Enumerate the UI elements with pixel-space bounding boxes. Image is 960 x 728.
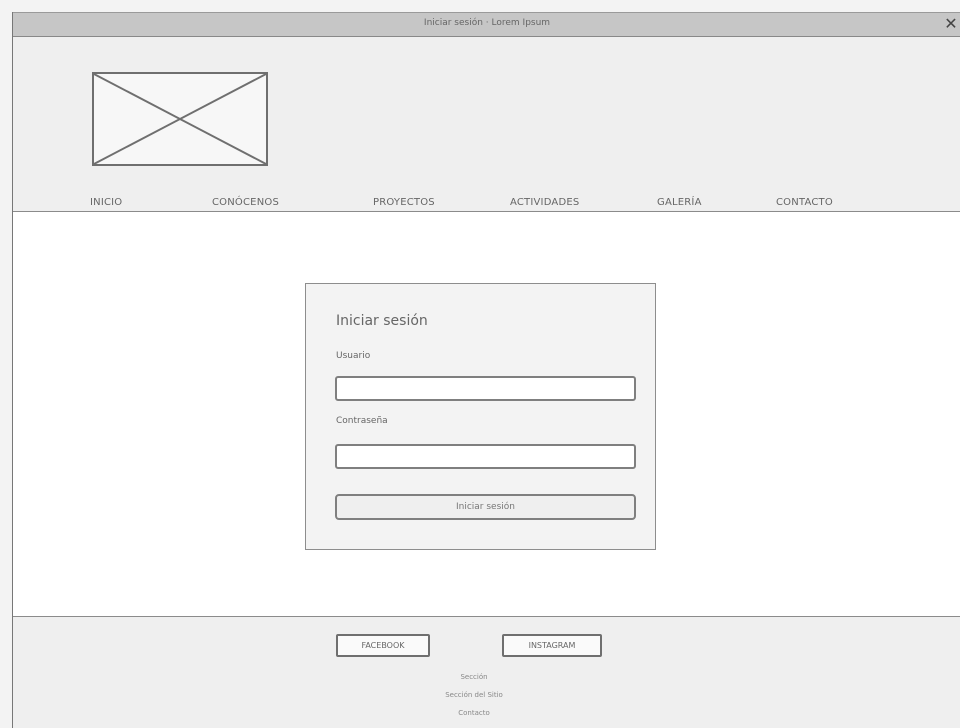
nav-item-actividades[interactable]: ACTIVIDADES (510, 197, 579, 208)
nav-item-inicio[interactable]: INICIO (90, 197, 122, 208)
facebook-button[interactable]: FACEBOOK (336, 634, 430, 657)
image-placeholder-icon (92, 72, 268, 166)
site-header: INICIO CONÓCENOS PROYECTOS ACTIVIDADES G… (13, 37, 960, 212)
password-input[interactable] (335, 444, 636, 469)
username-label: Usuario (336, 351, 371, 361)
footer-link-section[interactable]: Sección (13, 673, 935, 681)
site-footer: FACEBOOK INSTAGRAM Sección Sección del S… (13, 617, 960, 728)
login-button[interactable]: Iniciar sesión (335, 494, 636, 520)
nav-item-contacto[interactable]: CONTACTO (776, 197, 833, 208)
nav-item-galeria[interactable]: GALERÍA (657, 197, 702, 208)
nav-item-conocenos[interactable]: CONÓCENOS (212, 197, 279, 208)
instagram-button[interactable]: INSTAGRAM (502, 634, 602, 657)
login-panel: Iniciar sesión Usuario Contraseña Inicia… (305, 283, 656, 550)
window-title: Iniciar sesión · Lorem Ipsum (423, 18, 551, 28)
nav-item-proyectos[interactable]: PROYECTOS (373, 197, 435, 208)
window-titlebar: Iniciar sesión · Lorem Ipsum ✕ (13, 12, 960, 37)
close-icon[interactable]: ✕ (943, 16, 959, 32)
footer-link-contact[interactable]: Contacto (13, 709, 935, 717)
password-label: Contraseña (336, 416, 388, 426)
main-content: Iniciar sesión Usuario Contraseña Inicia… (13, 212, 960, 617)
username-input[interactable] (335, 376, 636, 401)
footer-link-site-section[interactable]: Sección del Sitio (13, 691, 935, 699)
login-title: Iniciar sesión (336, 313, 428, 329)
browser-window: Iniciar sesión · Lorem Ipsum ✕ INICIO CO… (12, 12, 960, 728)
